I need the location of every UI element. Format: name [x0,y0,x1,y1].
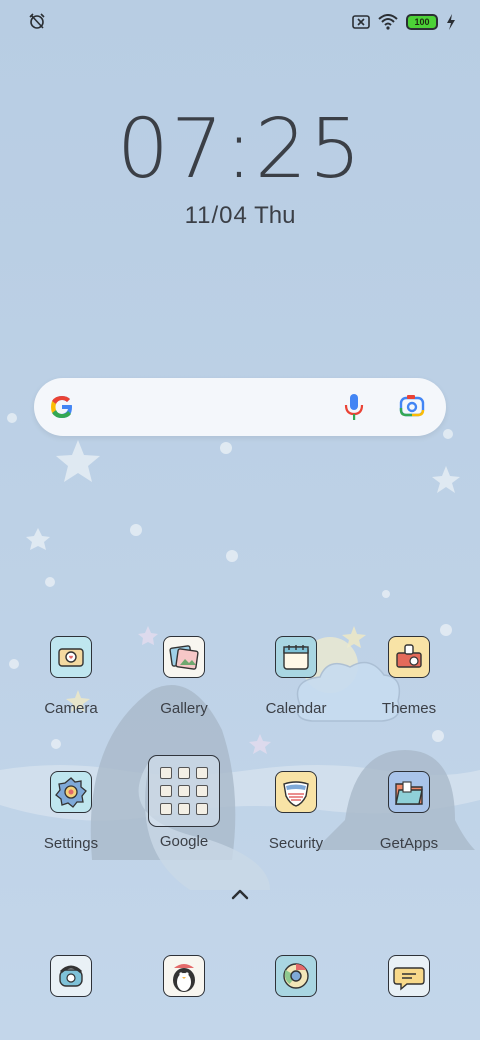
mic-icon[interactable] [342,392,366,422]
sim-x-icon [352,15,370,29]
app-label: Gallery [160,700,208,717]
status-icons: 100 [352,12,456,32]
dock-penguin-app[interactable] [128,955,240,997]
google-g-icon [51,396,72,418]
status-bar: 100 [0,0,480,44]
settings-icon [50,771,92,813]
app-security[interactable]: Security [240,771,352,852]
calendar-icon [275,636,317,678]
messages-icon [388,955,430,997]
battery-icon: 100 [406,14,438,30]
camera-icon [50,636,92,678]
dock-messages[interactable] [353,955,465,997]
app-label: Google [159,833,209,850]
day-text: Thu [254,202,296,229]
google-search-bar[interactable] [34,378,446,436]
clock-time[interactable]: 07:25 [0,102,480,197]
app-label: Security [268,835,324,852]
folder-icon [148,755,220,827]
app-themes[interactable]: Themes [353,636,465,717]
app-label: GetApps [379,835,439,852]
app-camera[interactable]: Camera [15,636,127,717]
alarm-off-icon [29,13,45,29]
getapps-icon [388,771,430,813]
app-label: Themes [381,700,437,717]
battery-level: 100 [414,16,430,27]
clock-date[interactable]: 11/04 Thu [0,202,480,230]
chrome-icon [275,955,317,997]
security-icon [275,771,317,813]
wifi-icon [378,14,398,30]
penguin-icon [163,955,205,997]
chevron-up-icon[interactable] [228,886,252,902]
charging-bolt-icon [447,14,455,30]
date-text: 11/04 [184,202,248,229]
app-gallery[interactable]: Gallery [128,636,240,717]
app-getapps[interactable]: GetApps [353,771,465,852]
app-settings[interactable]: Settings [15,771,127,852]
app-folder-google[interactable]: Google [128,755,240,850]
dock-phone[interactable] [15,955,127,997]
phone-icon [50,955,92,997]
app-calendar[interactable]: Calendar [240,636,352,717]
dock-chrome[interactable] [240,955,352,997]
app-label: Settings [43,835,99,852]
app-label: Calendar [265,700,327,717]
google-lens-icon[interactable] [398,392,426,420]
gallery-icon [163,636,205,678]
app-label: Camera [44,700,98,717]
themes-icon [388,636,430,678]
